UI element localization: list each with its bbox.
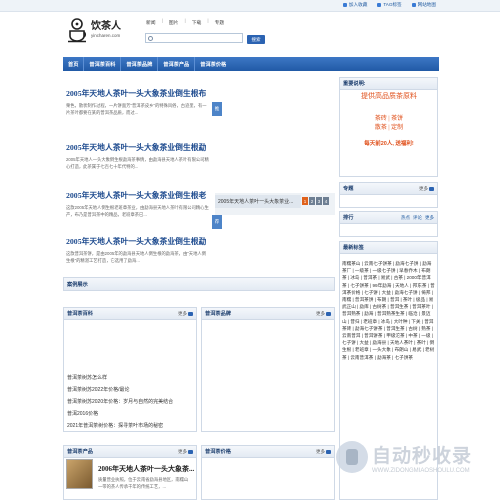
search-icon [148, 35, 153, 41]
article-summary: 这款2005年天地人倒生根老班章茶业，由勐海县天地人茶叶有限公司精心生产，布乃是… [66, 205, 209, 217]
search-tab-downloads[interactable]: 下载 [191, 19, 203, 26]
more-link[interactable]: 更多 [178, 311, 193, 317]
logo-domain: yincharen.com [91, 33, 121, 38]
recommend-badge: 推 [212, 102, 222, 116]
tag-link[interactable]: TAG标签 [377, 2, 402, 8]
panel-title: 普洱茶价格 [205, 449, 231, 455]
watermark-url: WWW.ZIDONGMIAOSHOULU.COM [372, 467, 470, 474]
nav-encyclopedia[interactable]: 普洱茶百科 [84, 57, 122, 71]
notice-line: 提供高品质茶原料 [361, 92, 417, 100]
site-logo[interactable]: 饮茶人 yincharen.com [66, 16, 130, 44]
more-link[interactable]: 更多 [419, 186, 434, 192]
nav-products[interactable]: 普洱茶产品 [158, 57, 196, 71]
notice-highlight: 每天前20人, 送福利! [364, 141, 414, 147]
topics-panel: 专题 更多 [339, 182, 438, 208]
article-summary: 2005年天地人一头大象倒生根勐海茶事情，由勐海县天地人茶叶有限公司精心打造，此… [66, 157, 209, 169]
more-link[interactable]: 更多 [178, 449, 193, 455]
rank-tab-more[interactable]: 更多 [425, 215, 434, 221]
rank-tabs: 热点 评论 更多 [401, 215, 434, 221]
article-item[interactable]: 2005年天地人茶叶一头大象茶业倒生根老 这款2005年天地人倒生根老班章茶业，… [66, 190, 209, 218]
search-tabs: 新闻 | 图片 | 下载 | 专题 [145, 19, 226, 26]
rank-tab-comments[interactable]: 评论 [413, 215, 422, 221]
article-summary: 这款普洱茶饼，是由2005年的勐海县天地人倒生根的勐海茶，由"天地人倒生根"的精… [66, 251, 206, 263]
notice-line: 散茶 | 定制 [374, 125, 404, 131]
article-summary: 栗色，散状制作过程，一片饼面芳"普洱茶皮乡"的特殊风俗，古迹里，有一片茶叶都要在… [66, 103, 207, 115]
panel-title: 普洱茶百科 [67, 311, 93, 317]
list-item[interactable]: 普洱茶树苏2020年价格：岁月与自然的完美结合 [67, 396, 193, 408]
tag-icon [377, 3, 382, 7]
pager-button[interactable]: 4 [323, 197, 329, 205]
recommend-badge: 荐 [212, 215, 222, 229]
search-input[interactable] [145, 33, 243, 43]
more-icon [188, 311, 193, 316]
slideshow-pager: 1 2 3 4 [302, 197, 329, 205]
list-item[interactable]: 普洱茶树苏2022年价格/最论 [67, 384, 193, 396]
watermark-title: 自动秒收录 [372, 445, 473, 467]
tag-cloud[interactable]: 南糯茶山 | 云南七子饼茶 | 勐海七子饼 | 勐海茶厂 | 一级茶 | 一级七… [342, 260, 435, 361]
article-title[interactable]: 2005年天地人茶叶一头大象茶业倒生根勐 [66, 142, 209, 153]
search-tab-news[interactable]: 新闻 [145, 19, 157, 26]
star-icon [342, 3, 347, 7]
article-title[interactable]: 2005年天地人茶叶一头大象茶业倒生根老 [66, 190, 209, 201]
notice-line: 茶砖 | 茶饼 [374, 116, 404, 122]
topics-title: 专题 [343, 186, 354, 192]
case-title: 案例展示 [67, 281, 88, 288]
article-item[interactable]: 2005年天地人茶叶一头大象茶业倒生根勐 2005年天地人一头大象倒生根勐海茶事… [66, 142, 209, 170]
logo-title: 饮茶人 [91, 21, 121, 32]
nav-home[interactable]: 首页 [63, 57, 85, 71]
nav-brands[interactable]: 普洱茶品牌 [121, 57, 159, 71]
rank-panel: 排行 热点 评论 更多 [339, 211, 438, 237]
search-tab-topics[interactable]: 专题 [214, 19, 226, 26]
article-item[interactable]: 2005年天地人茶叶一头大象茶业倒生根勐 这款普洱茶饼，是由2005年的勐海县天… [66, 236, 209, 264]
main-nav: 首页 普洱茶百科 普洱茶品牌 普洱茶产品 普洱茶价格 [63, 57, 439, 71]
case-panel: 案例展示 [63, 277, 335, 291]
pager-button[interactable]: 2 [309, 197, 315, 205]
more-link[interactable]: 更多 [316, 311, 331, 317]
notice-title: 重要说明: [343, 81, 366, 87]
article-list: 普洱茶树苏怎么样 普洱茶树苏2022年价格/最论 普洱茶树苏2020年价格：岁月… [64, 372, 196, 432]
notice-content: 提供高品质茶原料 茶砖 | 茶饼 散茶 | 定制 每天前20人, 送福利! [341, 91, 437, 147]
more-icon [326, 311, 331, 316]
product-image[interactable] [66, 459, 93, 489]
product-summary: 质量营业执照，位于云南省勐海县地区，南糯山一带的茶人传承千年的传统工艺，... [98, 477, 189, 489]
add-favorite-link[interactable]: 加入收藏 [342, 2, 367, 8]
search-button[interactable]: 搜索 [247, 35, 265, 44]
article-item[interactable]: 2005年天地人茶叶一头大象茶业倒生根布 栗色，散状制作过程，一片饼面芳"普洱茶… [66, 88, 209, 116]
watermark: 自动秒收录 WWW.ZIDONGMIAOSHOULU.COM [336, 437, 486, 477]
top-links: 加入收藏 TAG标签 网站地图 [342, 2, 436, 8]
sitemap-link[interactable]: 网站地图 [411, 2, 436, 8]
list-item[interactable]: 2021年普洱茶树价格：探寻茶叶市场的秘密 [67, 420, 193, 432]
panel-title: 普洱茶产品 [67, 449, 93, 455]
watermark-logo-icon [336, 441, 368, 473]
pager-button[interactable]: 1 [302, 197, 308, 205]
prices-panel: 普洱茶价格 更多 [201, 445, 335, 500]
nav-prices[interactable]: 普洱茶价格 [195, 57, 231, 71]
more-link[interactable]: 更多 [316, 449, 331, 455]
slideshow-caption[interactable]: 2005年天地人茶叶一头大象茶业... [215, 195, 301, 208]
rank-title: 排行 [343, 215, 354, 221]
search-tab-images[interactable]: 图片 [168, 19, 180, 26]
more-icon [188, 449, 193, 454]
sitemap-icon [411, 3, 416, 7]
panel-title: 普洱茶品牌 [205, 311, 231, 317]
list-item[interactable]: 普洱茶树苏怎么样 [67, 372, 193, 384]
tags-title: 最新标签 [343, 245, 364, 251]
product-title[interactable]: 2006年天地人茶叶一头大象茶... [98, 464, 194, 474]
article-title[interactable]: 2005年天地人茶叶一头大象茶业倒生根布 [66, 88, 209, 99]
teacup-logo-icon [68, 18, 86, 43]
article-title[interactable]: 2005年天地人茶叶一头大象茶业倒生根勐 [66, 236, 209, 247]
pager-button[interactable]: 3 [316, 197, 322, 205]
encyclopedia-panel: 普洱茶百科 更多 普洱茶树苏怎么样 普洱茶树苏2022年价格/最论 普洱茶树苏2… [63, 307, 197, 432]
rank-tab-hot[interactable]: 热点 [401, 215, 410, 221]
more-icon [326, 449, 331, 454]
list-item[interactable]: 普洱2016价格 [67, 408, 193, 420]
brands-panel: 普洱茶品牌 更多 [201, 307, 335, 432]
more-icon [429, 186, 434, 191]
